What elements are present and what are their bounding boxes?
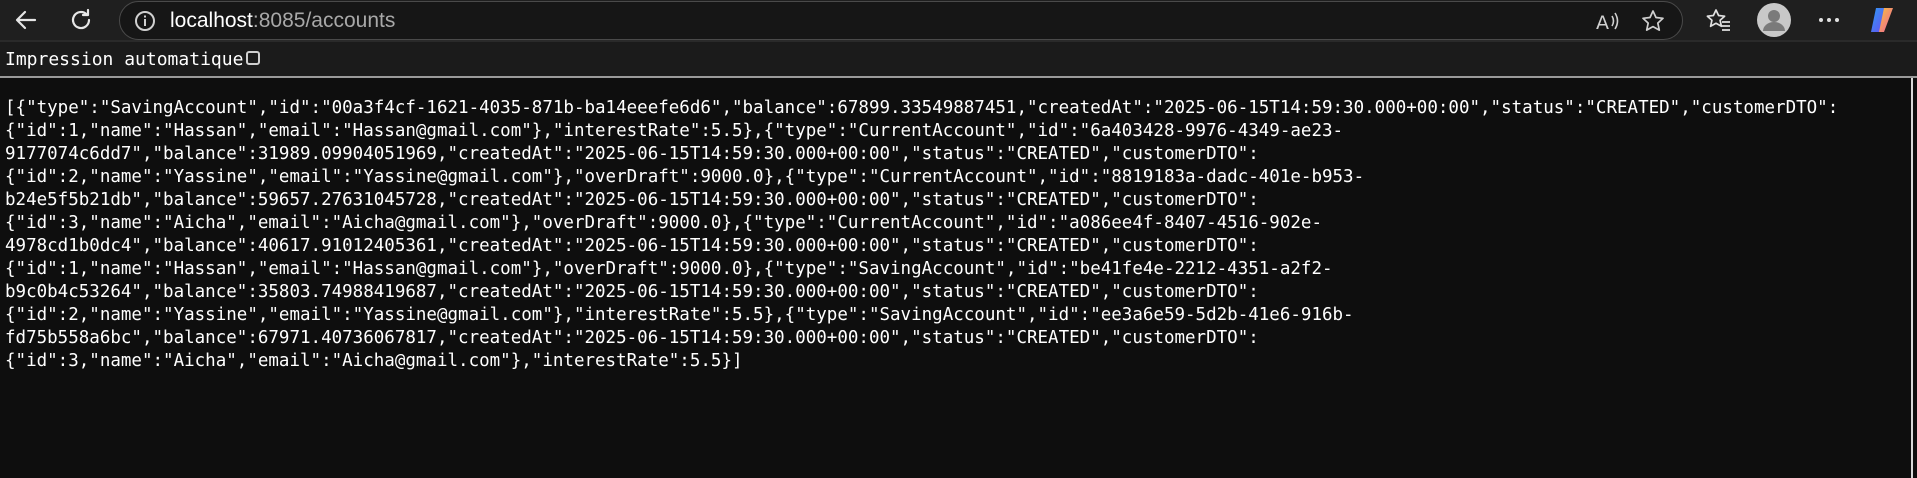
json-line: {"id":1,"name":"Hassan","email":"Hassan@… [5, 259, 1333, 279]
favorite-star-icon[interactable] [1638, 6, 1668, 36]
svg-text:A: A [1596, 12, 1609, 34]
profile-icon[interactable] [1757, 3, 1791, 37]
back-icon[interactable] [10, 4, 42, 36]
read-aloud-icon[interactable]: A [1594, 6, 1624, 36]
pretty-print-checkbox[interactable] [246, 51, 260, 65]
json-line: fd75b558a6bc","balance":67971.4073606781… [5, 328, 1259, 348]
json-line: {"id":2,"name":"Yassine","email":"Yassin… [5, 305, 1354, 325]
copilot-icon[interactable] [1866, 4, 1898, 36]
json-line: b9c0b4c53264","balance":35803.7498841968… [5, 282, 1259, 302]
url-host: localhost [170, 9, 253, 32]
json-line: 9177074c6dd7","balance":31989.0990405196… [5, 144, 1259, 164]
favorites-icon[interactable] [1703, 4, 1735, 36]
pretty-print-bar: Impression automatique [0, 42, 1917, 78]
json-line: [{"type":"SavingAccount","id":"00a3f4cf-… [5, 98, 1839, 118]
page-edge [1911, 78, 1913, 478]
json-response-body: [{"type":"SavingAccount","id":"00a3f4cf-… [5, 97, 1905, 373]
site-info-icon[interactable] [130, 6, 160, 36]
browser-toolbar: localhost:8085/accounts A [0, 0, 1917, 40]
json-line: 4978cd1b0dc4","balance":40617.9101240536… [5, 236, 1259, 256]
pretty-print-label: Impression automatique [5, 49, 244, 70]
json-line: b24e5f5b21db","balance":59657.2763104572… [5, 190, 1259, 210]
json-line: {"id":2,"name":"Yassine","email":"Yassin… [5, 167, 1365, 187]
refresh-icon[interactable] [65, 4, 97, 36]
address-bar[interactable]: localhost:8085/accounts A [119, 1, 1683, 40]
json-line: {"id":1,"name":"Hassan","email":"Hassan@… [5, 121, 1344, 141]
url-text[interactable]: localhost:8085/accounts [170, 2, 395, 39]
more-icon[interactable] [1813, 4, 1845, 36]
url-path: :8085/accounts [252, 9, 396, 32]
json-line: {"id":3,"name":"Aicha","email":"Aicha@gm… [5, 213, 1322, 233]
json-line: {"id":3,"name":"Aicha","email":"Aicha@gm… [5, 351, 743, 371]
